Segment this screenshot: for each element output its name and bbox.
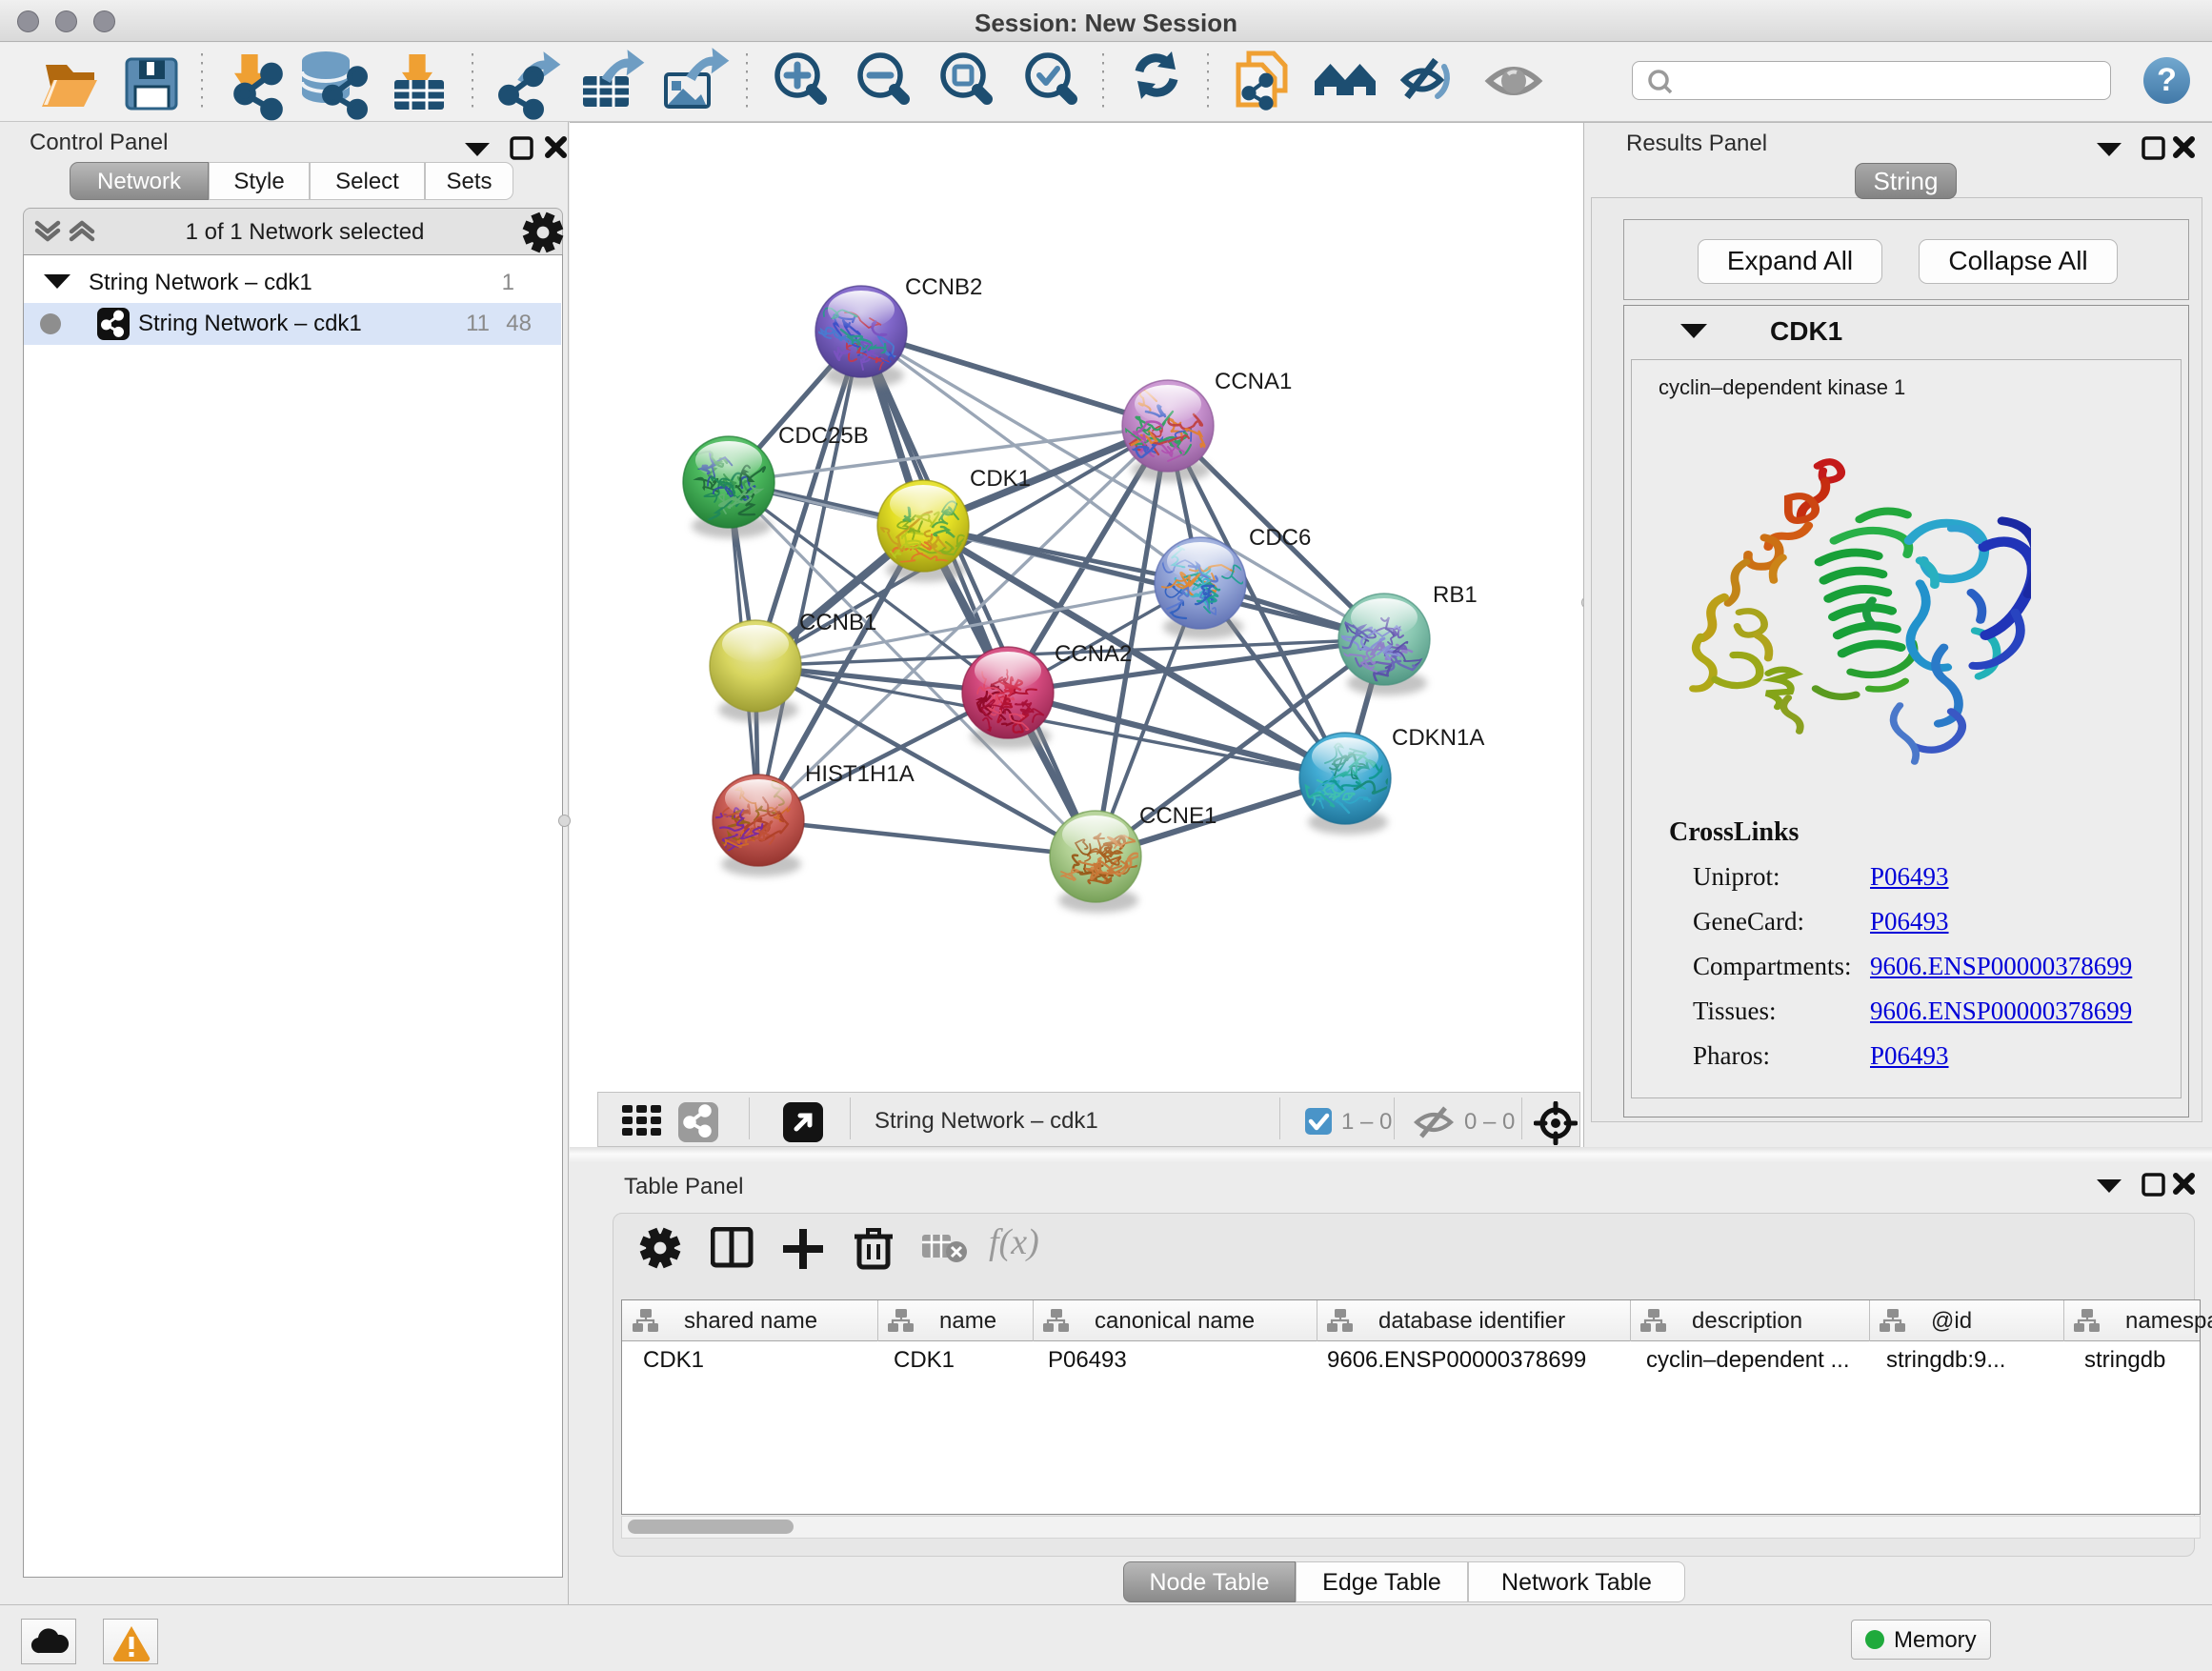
svg-text:RB1: RB1 <box>1433 582 1478 608</box>
svg-text:CDKN1A: CDKN1A <box>1392 725 1484 751</box>
svg-text:CCNA1: CCNA1 <box>1215 369 1292 394</box>
svg-text:CCNB2: CCNB2 <box>905 274 982 300</box>
svg-text:CCNA2: CCNA2 <box>1055 641 1132 667</box>
svg-text:CDC25B: CDC25B <box>778 423 869 449</box>
svg-text:HIST1H1A: HIST1H1A <box>805 761 915 787</box>
svg-text:CDK1: CDK1 <box>970 466 1031 492</box>
svg-text:CCNB1: CCNB1 <box>799 610 876 635</box>
svg-text:CCNE1: CCNE1 <box>1139 803 1217 829</box>
svg-text:CDC6: CDC6 <box>1249 525 1311 551</box>
